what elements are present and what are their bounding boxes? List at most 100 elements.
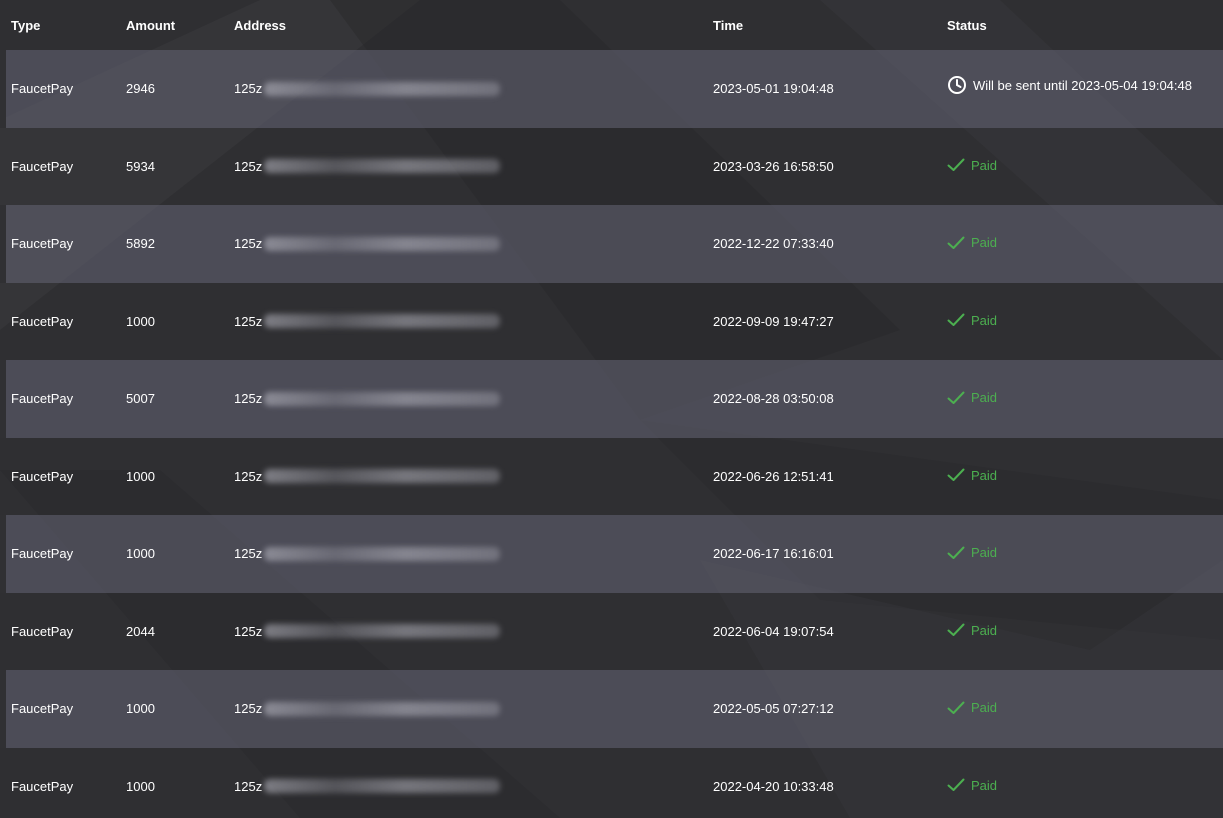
cell-address: 125z	[234, 205, 713, 283]
cell-amount: 2946	[126, 50, 234, 128]
table-row: FaucetPay 5892 125z 2022-12-22 07:33:40 Paid	[0, 205, 1223, 283]
cell-status: Paid	[947, 593, 1223, 671]
table-row: FaucetPay 1000 125z 2022-06-26 12:51:41 Paid	[0, 438, 1223, 516]
address-value: 125z	[234, 778, 501, 794]
cell-type: FaucetPay	[0, 50, 126, 128]
table-body: FaucetPay 2946 125z 2023-05-01 19:04:48 Will…	[0, 50, 1223, 818]
address-redacted	[264, 159, 501, 174]
address-value: 125z	[234, 623, 501, 639]
cell-time: 2023-05-01 19:04:48	[713, 50, 947, 128]
status-label: Paid	[971, 157, 998, 173]
check-icon	[947, 778, 965, 792]
check-icon	[947, 313, 965, 327]
cell-time: 2022-06-17 16:16:01	[713, 515, 947, 593]
cell-time: 2022-05-05 07:27:12	[713, 670, 947, 748]
cell-address: 125z	[234, 283, 713, 361]
status-label: Will be sent until 2023-05-04 19:04:48	[973, 77, 1192, 93]
cell-address: 125z	[234, 593, 713, 671]
cell-time: 2022-04-20 10:33:48	[713, 778, 834, 794]
check-icon	[947, 623, 965, 637]
column-header-time[interactable]: Time	[713, 0, 947, 50]
cell-address: 125z	[234, 360, 713, 438]
address-redacted	[264, 546, 501, 561]
cell-status: Paid	[947, 748, 1223, 818]
payout-history-page: Type Amount Address Time Status FaucetPa…	[0, 0, 1223, 818]
status-label: Paid	[971, 700, 998, 715]
address-prefix: 125z	[234, 468, 263, 484]
cell-amount: 1000	[126, 515, 234, 593]
address-prefix: 125z	[234, 236, 263, 252]
address-redacted	[264, 236, 501, 251]
address-value: 125z	[234, 546, 501, 562]
check-icon	[947, 468, 965, 482]
status-label: Paid	[971, 777, 998, 793]
address-value: 125z	[234, 391, 501, 406]
check-icon	[947, 546, 965, 560]
table-row: FaucetPay 1000 125z 2022-05-05 07:27:12 Paid	[0, 670, 1223, 748]
cell-type: FaucetPay	[0, 205, 126, 283]
status-badge: Paid	[947, 778, 997, 793]
status-badge: Paid	[947, 700, 997, 715]
column-header-type[interactable]: Type	[0, 0, 126, 50]
status-badge: Paid	[947, 623, 997, 638]
table-row: FaucetPay 1000 125z 2022-06-17 16:16:01 Paid	[0, 515, 1223, 593]
address-prefix: 125z	[234, 546, 263, 562]
cell-type: FaucetPay	[0, 670, 126, 748]
address-redacted	[264, 391, 501, 406]
address-prefix: 125z	[234, 313, 263, 329]
table-row: FaucetPay 2044 125z 2022-06-04 19:07:54 Paid	[0, 593, 1223, 671]
table-row: FaucetPay 5007 125z 2022-08-28 03:50:08 Paid	[0, 360, 1223, 438]
cell-type: FaucetPay	[11, 158, 74, 174]
cell-status: Paid	[947, 283, 1223, 361]
cell-status: Paid	[947, 360, 1223, 438]
check-icon	[947, 158, 965, 172]
check-icon	[947, 701, 965, 715]
cell-time: 2022-09-09 19:47:27	[713, 313, 834, 329]
address-value: 125z	[234, 701, 501, 716]
table-row: FaucetPay 5934 125z 2023-03-26 16:58:50 Paid	[0, 128, 1223, 206]
cell-status: Paid	[947, 515, 1223, 593]
check-icon	[947, 391, 965, 405]
cell-type: FaucetPay	[0, 515, 126, 593]
column-header-address[interactable]: Address	[234, 0, 713, 50]
cell-status: Will be sent until 2023-05-04 19:04:48	[947, 50, 1223, 128]
status-badge: Paid	[947, 390, 997, 405]
cell-status: Paid	[947, 438, 1223, 516]
cell-type: FaucetPay	[11, 623, 74, 639]
status-label: Paid	[971, 235, 998, 250]
cell-amount: 5892	[126, 205, 234, 283]
check-icon	[947, 236, 965, 250]
status-label: Paid	[971, 312, 998, 328]
status-label: Paid	[971, 545, 998, 560]
table-row: FaucetPay 2946 125z 2023-05-01 19:04:48 Will…	[0, 50, 1223, 128]
address-redacted	[264, 81, 501, 96]
address-prefix: 125z	[234, 778, 263, 794]
cell-address: 125z	[234, 50, 713, 128]
cell-type: FaucetPay	[11, 778, 74, 794]
status-badge: Paid	[947, 158, 997, 173]
address-value: 125z	[234, 81, 501, 96]
status-badge: Paid	[947, 235, 997, 250]
table-row: FaucetPay 1000 125z 2022-04-20 10:33:48 Paid	[0, 748, 1223, 818]
cell-amount: 1000	[126, 468, 155, 484]
cell-time: 2022-06-04 19:07:54	[713, 623, 834, 639]
cell-amount: 5934	[126, 158, 155, 174]
cell-address: 125z	[234, 748, 713, 818]
address-redacted	[264, 469, 501, 484]
clock-icon	[947, 75, 967, 95]
address-value: 125z	[234, 158, 501, 174]
address-value: 125z	[234, 468, 501, 484]
cell-time: 2023-03-26 16:58:50	[713, 158, 834, 174]
column-header-status[interactable]: Status	[947, 0, 1223, 50]
cell-amount: 5007	[126, 360, 234, 438]
address-prefix: 125z	[234, 158, 263, 174]
table-header-row: Type Amount Address Time Status	[0, 0, 1223, 50]
status-badge: Paid	[947, 313, 997, 328]
cell-address: 125z	[234, 128, 713, 206]
cell-time: 2022-06-26 12:51:41	[713, 468, 834, 484]
column-header-amount[interactable]: Amount	[126, 0, 234, 50]
cell-status: Paid	[947, 205, 1223, 283]
address-prefix: 125z	[234, 623, 263, 639]
cell-status: Paid	[947, 670, 1223, 748]
cell-amount: 1000	[126, 778, 155, 794]
